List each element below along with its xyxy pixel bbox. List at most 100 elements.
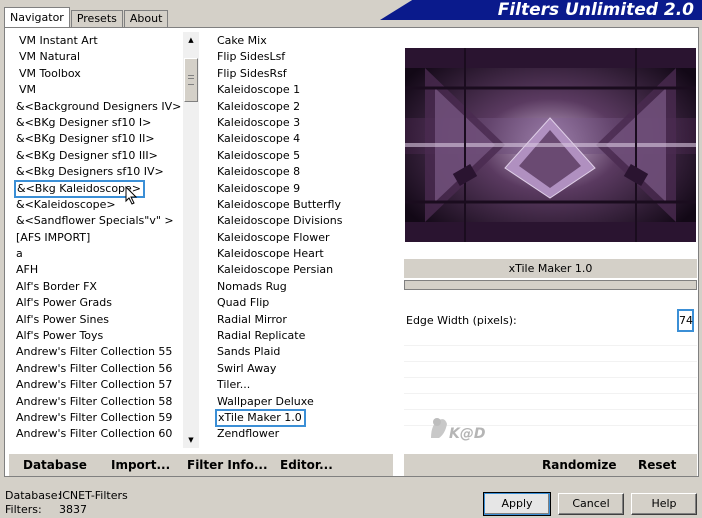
category-item[interactable]: &<Bkg Kaleidoscope> [13,179,183,198]
filter-item-label: Kaleidoscope Heart [217,247,324,261]
category-item-label: Alf's Power Grads [16,296,112,310]
scroll-thumb[interactable] [184,58,198,102]
filter-item-label: Radial Mirror [217,312,287,326]
category-item[interactable]: &<Background Designers IV> [15,99,183,115]
filter-item[interactable]: Nomads Rug [216,279,396,295]
category-item[interactable]: Andrew's Filter Collection 59 [15,410,183,426]
edge-width-value[interactable]: 74 [677,309,694,332]
filter-item[interactable]: xTile Maker 1.0 [215,408,396,428]
mouse-pointer-icon [125,186,138,205]
category-item[interactable]: &<Bkg Designers sf10 IV> [15,164,183,180]
category-item[interactable]: VM Toolbox [15,66,183,82]
category-item[interactable]: a [15,246,183,262]
param-slider-track[interactable] [404,280,697,290]
filter-info-button[interactable]: Filter Info... [187,458,268,472]
filter-item-label: Kaleidoscope Persian [217,263,334,277]
scroll-down-icon[interactable]: ▼ [183,432,199,448]
category-item[interactable]: &<BKg Designer sf10 I> [15,115,183,131]
status-filters: Filters: 3837 [5,503,87,516]
category-item[interactable]: VM [15,82,183,98]
category-item-label: &<Kaleidoscope> [16,197,116,211]
category-item[interactable]: AFH [15,262,183,278]
reset-button[interactable]: Reset [638,458,676,472]
category-item[interactable]: [AFS IMPORT] [15,230,183,246]
category-scrollbar[interactable]: ▲ ▼ [183,32,199,448]
filter-item-label: Kaleidoscope Butterfly [217,197,341,211]
tab-strip: Navigator Presets About [4,6,169,28]
filter-item[interactable]: Kaleidoscope Divisions [216,213,396,229]
category-item-label: Andrew's Filter Collection 60 [16,427,173,441]
preview-button-bar: Randomize Reset [404,454,697,476]
database-button[interactable]: Database [23,458,87,472]
filter-name-label: xTile Maker 1.0 [404,259,697,278]
category-item[interactable]: &<Kaleidoscope> [15,197,183,213]
filter-item-label: Kaleidoscope 5 [217,148,301,162]
category-item-label: &<BKg Designer sf10 II> [16,132,155,146]
filter-item[interactable]: Wallpaper Deluxe [216,394,396,410]
category-item[interactable]: Andrew's Filter Collection 58 [15,394,183,410]
filter-item-label: Sands Plaid [217,345,281,359]
category-item-label: &<Bkg Designers sf10 IV> [16,165,164,179]
category-item[interactable]: Alf's Border FX [15,279,183,295]
category-item[interactable]: &<BKg Designer sf10 III> [15,148,183,164]
category-item[interactable]: Andrew's Filter Collection 60 [15,426,183,442]
filter-item[interactable]: Kaleidoscope 2 [216,99,396,115]
category-item[interactable]: Alf's Power Sines [15,312,183,328]
filter-item[interactable]: Kaleidoscope Flower [216,230,396,246]
filter-item-label: Kaleidoscope 4 [217,132,301,146]
preview-image [405,48,696,242]
randomize-button[interactable]: Randomize [542,458,616,472]
filter-item[interactable]: Kaleidoscope 1 [216,82,396,98]
category-item-label: Andrew's Filter Collection 59 [16,410,173,424]
tab-navigator[interactable]: Navigator [4,7,70,28]
filter-item-label: Kaleidoscope Flower [217,230,330,244]
filter-item-label: Flip SidesRsf [217,66,287,80]
filter-item[interactable]: Kaleidoscope 5 [216,148,396,164]
tab-presets[interactable]: Presets [70,10,123,28]
filter-item[interactable]: Zendflower [216,426,396,442]
filter-item-label: Radial Replicate [217,329,306,343]
category-item[interactable]: VM Instant Art [15,33,183,49]
filter-item[interactable]: Radial Mirror [216,312,396,328]
filter-item[interactable]: Sands Plaid [216,344,396,360]
category-item[interactable]: VM Natural [15,49,183,65]
filter-item[interactable]: Kaleidoscope 3 [216,115,396,131]
filter-item[interactable]: Kaleidoscope 4 [216,131,396,147]
category-item-label: [AFS IMPORT] [16,230,91,244]
filter-item[interactable]: Kaleidoscope Butterfly [216,197,396,213]
filter-item[interactable]: Kaleidoscope Persian [216,262,396,278]
filter-list[interactable]: Cake Mix Flip SidesLsf Flip SidesRsf Kaleid… [215,33,396,443]
category-item[interactable]: &<Sandflower Specials"v" > [15,213,183,229]
tab-about[interactable]: About [123,10,169,28]
category-item[interactable]: &<BKg Designer sf10 II> [15,131,183,147]
apply-button[interactable]: Apply [483,492,551,516]
category-item[interactable]: Alf's Power Toys [15,328,183,344]
category-item[interactable]: Andrew's Filter Collection 55 [15,344,183,360]
filter-item[interactable]: Flip SidesLsf [216,49,396,65]
help-button[interactable]: Help [631,493,697,515]
filter-item[interactable]: Quad Flip [216,295,396,311]
category-item[interactable]: Alf's Power Grads [15,295,183,311]
import-button[interactable]: Import... [111,458,170,472]
filter-item-label: Kaleidoscope Divisions [217,214,343,228]
app-title-banner: Filters Unlimited 2.0 [380,0,702,20]
filter-item[interactable]: Swirl Away [216,361,396,377]
filter-item[interactable]: Flip SidesRsf [216,66,396,82]
category-item-label: Alf's Border FX [16,279,97,293]
category-item[interactable]: Andrew's Filter Collection 57 [15,377,183,393]
filter-item[interactable]: Kaleidoscope 9 [216,181,396,197]
category-list[interactable]: VM Instant Art VM Natural VM Toolbox VM &<Ba… [13,33,183,443]
filter-item[interactable]: Cake Mix [216,33,396,49]
filter-item[interactable]: Tiler... [216,377,396,393]
filter-item[interactable]: Radial Replicate [216,328,396,344]
filter-item[interactable]: Kaleidoscope 8 [216,164,396,180]
navigator-button-bar: Database Import... Filter Info... Editor… [9,454,393,476]
cancel-button[interactable]: Cancel [558,493,624,515]
filter-item[interactable]: Kaleidoscope Heart [216,246,396,262]
category-item-label: Andrew's Filter Collection 56 [16,361,173,375]
filter-item-label: Kaleidoscope 2 [217,99,301,113]
scroll-up-icon[interactable]: ▲ [183,32,199,48]
filter-item-label: Zendflower [217,427,280,441]
editor-button[interactable]: Editor... [280,458,333,472]
category-item[interactable]: Andrew's Filter Collection 56 [15,361,183,377]
